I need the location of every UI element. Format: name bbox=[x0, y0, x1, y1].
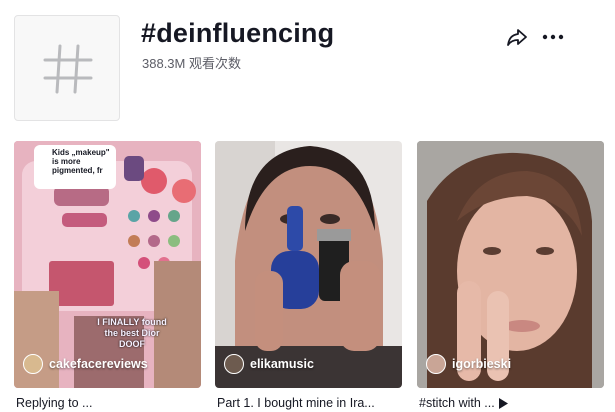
video-thumbnail[interactable]: elikamusic bbox=[215, 141, 402, 388]
share-icon bbox=[507, 29, 527, 46]
comment-reply-bubble: Kids „makeup" is more pigmented, fr bbox=[34, 145, 116, 189]
view-count: 388.3M 观看次数 bbox=[142, 56, 241, 71]
video-card-3[interactable]: igorbieski #stitch with ... bbox=[417, 141, 604, 410]
perfume-bottle-image bbox=[215, 141, 402, 388]
video-caption[interactable]: Part 1. I bought mine in Ira... bbox=[217, 396, 402, 410]
video-thumbnail[interactable]: igorbieski bbox=[417, 141, 604, 388]
video-author[interactable]: cakefacereviews bbox=[23, 354, 148, 374]
bubble-text: Kids „makeup" is more pigmented, fr bbox=[52, 148, 110, 175]
more-options-button[interactable] bbox=[541, 26, 565, 48]
author-name[interactable]: elikamusic bbox=[250, 357, 314, 371]
video-overlay-text: I FINALLY found the best Dior DOOF bbox=[97, 317, 167, 349]
page-title: #deinfluencing bbox=[141, 18, 335, 48]
author-name[interactable]: igorbieski bbox=[452, 357, 511, 371]
video-card-2[interactable]: elikamusic Part 1. I bought mine in Ira.… bbox=[215, 141, 402, 410]
avatar[interactable] bbox=[224, 354, 244, 374]
caption-text[interactable]: #stitch with ... bbox=[419, 396, 495, 410]
author-name[interactable]: cakefacereviews bbox=[49, 357, 148, 371]
more-icon bbox=[542, 34, 564, 40]
video-caption[interactable]: Replying to ... bbox=[16, 396, 201, 410]
video-caption[interactable]: #stitch with ... bbox=[419, 396, 604, 410]
play-icon bbox=[499, 398, 509, 410]
avatar[interactable] bbox=[23, 354, 43, 374]
hashtag-icon bbox=[43, 44, 93, 94]
video-thumbnail[interactable]: Kids „makeup" is more pigmented, fr I FI… bbox=[14, 141, 201, 388]
video-card-1[interactable]: Kids „makeup" is more pigmented, fr I FI… bbox=[14, 141, 201, 410]
video-author[interactable]: igorbieski bbox=[426, 354, 511, 374]
hashtag-cover bbox=[14, 15, 120, 121]
share-button[interactable] bbox=[506, 26, 528, 48]
avatar[interactable] bbox=[426, 354, 446, 374]
video-author[interactable]: elikamusic bbox=[224, 354, 314, 374]
person-face-image bbox=[417, 141, 604, 388]
